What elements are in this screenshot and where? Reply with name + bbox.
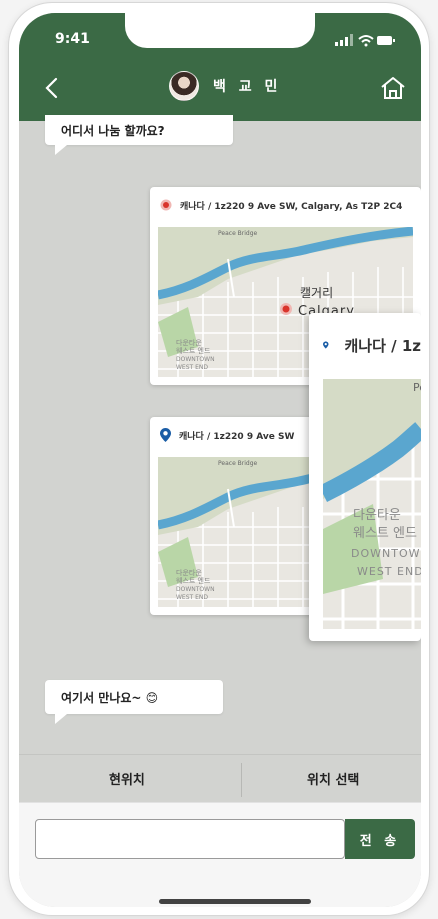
location-address: 캐나다 / 1z [344, 336, 422, 355]
message-input-bar: 전 송 [19, 802, 421, 907]
location-zoom-card[interactable]: 캐나다 / 1z Peace 다운타운 웨스트 엔드 DOWNTOWN [309, 313, 421, 641]
status-time: 9:41 [55, 31, 90, 47]
map-label-westend-en: WEST END [176, 594, 208, 601]
map-label-downtown-ko: 다운타운 [176, 568, 202, 577]
map-label-downtown-en: DOWNTOWN [176, 586, 215, 593]
bubble-tail [55, 714, 67, 724]
location-pin-red-icon [160, 199, 172, 211]
device-notch [125, 13, 315, 48]
location-address: 캐나다 / 1z220 9 Ave SW, Calgary, As T2P 2C… [180, 201, 403, 212]
map-label-westend-en: WEST END [176, 364, 208, 371]
map-image: Peace 다운타운 웨스트 엔드 DOWNTOWN WEST END [323, 379, 421, 629]
current-location-button[interactable]: 현위치 [109, 769, 145, 788]
message-bubble-received: 여기서 만나요~ 😊 [45, 680, 223, 714]
map-label-westend-ko: 웨스트 엔드 [353, 526, 417, 541]
avatar[interactable] [169, 71, 199, 101]
message-text: 여기서 만나요~ 😊 [61, 691, 159, 705]
tab-divider [241, 763, 242, 797]
map-label-ko: 캘거리 [300, 286, 333, 300]
status-icons [335, 34, 395, 47]
map-label-downtown-en: DOWNTOWN [351, 547, 421, 560]
phone-frame: 9:41 백 교 민 어디서 나눔 할까요? 캐나다 / 1z220 9 Ave… [8, 2, 430, 916]
message-input[interactable] [35, 819, 345, 859]
location-pin-blue-icon [323, 341, 329, 349]
map-preview[interactable]: Peace 다운타운 웨스트 엔드 DOWNTOWN WEST END [323, 379, 421, 629]
location-pin-blue-icon [160, 428, 171, 442]
map-label-downtown-en: DOWNTOWN [176, 356, 215, 363]
chat-title: 백 교 민 [169, 69, 281, 103]
home-indicator [159, 899, 311, 904]
message-bubble-received: 어디서 나눔 할까요? [45, 115, 233, 145]
map-label-westend-ko: 웨스트 엔드 [176, 346, 211, 355]
location-address: 캐나다 / 1z220 9 Ave SW [179, 431, 295, 442]
home-icon[interactable] [379, 75, 407, 101]
location-header: 캐나다 / 1z220 9 Ave SW, Calgary, As T2P 2C… [150, 187, 421, 223]
map-label-downtown-ko: 다운타운 [353, 508, 401, 523]
location-action-tabs: 현위치 위치 선택 [19, 754, 421, 802]
chat-partner-name: 백 교 민 [213, 79, 282, 95]
app-header: 9:41 백 교 민 [19, 13, 421, 121]
map-label-bridge: Peace Bridge [218, 230, 258, 237]
map-label-bridge: Peace Bridge [218, 460, 258, 467]
map-label-westend-en: WEST END [357, 565, 421, 578]
map-label-downtown-ko: 다운타운 [176, 338, 202, 347]
message-text: 어디서 나눔 할까요? [61, 124, 165, 138]
send-button[interactable]: 전 송 [345, 819, 415, 859]
map-label-peace: Peace [413, 381, 421, 394]
bubble-tail [55, 145, 67, 155]
chat-screen: 9:41 백 교 민 어디서 나눔 할까요? 캐나다 / 1z220 9 Ave… [19, 13, 421, 907]
chevron-left-icon[interactable] [37, 73, 67, 103]
location-header: 캐나다 / 1z [309, 313, 421, 377]
map-label-westend-ko: 웨스트 엔드 [176, 576, 211, 585]
select-location-button[interactable]: 위치 선택 [307, 769, 359, 788]
